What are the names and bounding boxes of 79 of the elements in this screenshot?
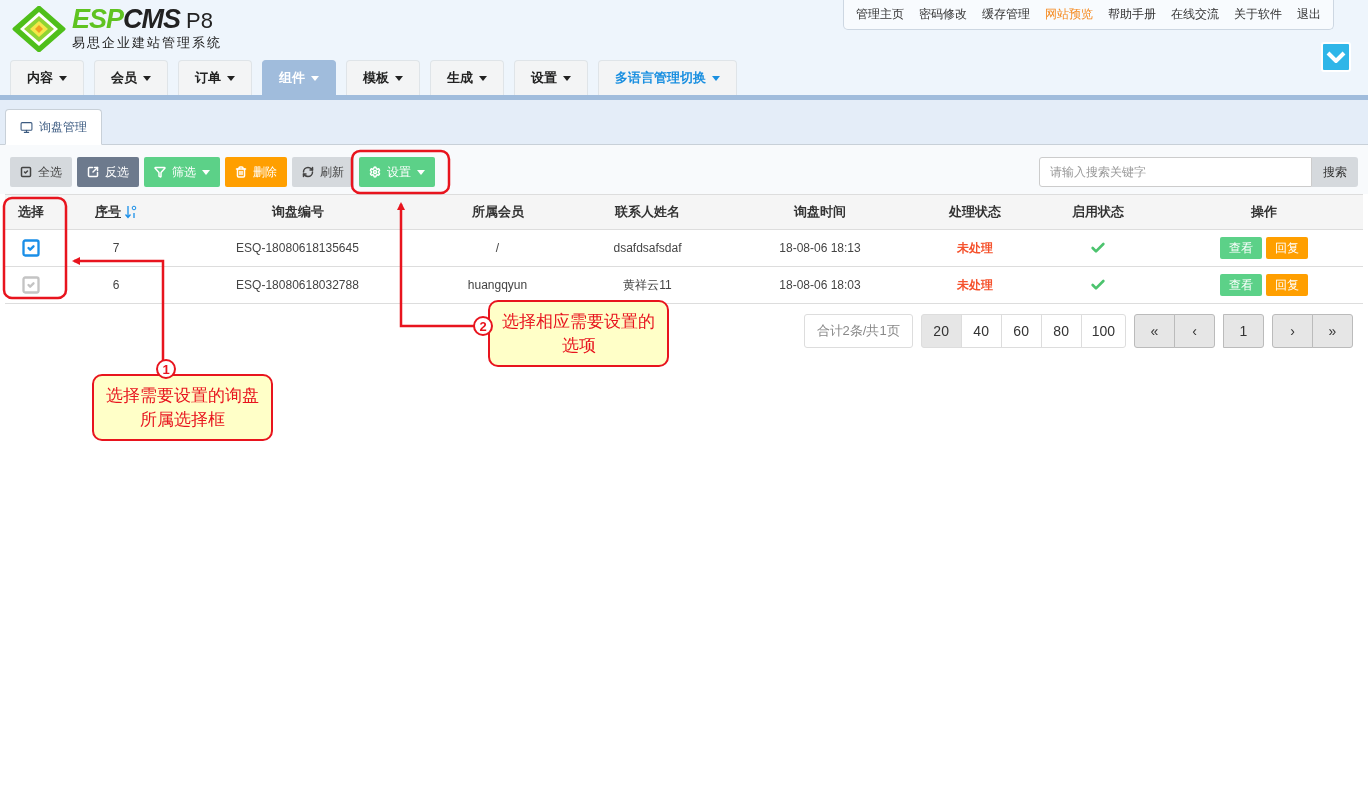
- top-link[interactable]: 在线交流: [1171, 6, 1219, 23]
- collapse-button[interactable]: [1321, 42, 1351, 72]
- caret-icon: [712, 75, 720, 81]
- chevron-down-icon: [1326, 51, 1346, 63]
- previous-page-button[interactable]: ‹: [1174, 314, 1215, 348]
- caret-icon: [563, 75, 571, 81]
- step-number: 1: [156, 359, 176, 379]
- monitor-icon: [20, 120, 33, 134]
- table-cell: /: [495, 241, 500, 255]
- column-header: 所属会员: [471, 204, 524, 219]
- top-link[interactable]: 密码修改: [919, 6, 967, 23]
- last-page-button[interactable]: »: [1312, 314, 1353, 348]
- sort-icon: [125, 205, 137, 219]
- caret-icon: [479, 75, 487, 81]
- nav-tab[interactable]: 内容: [10, 60, 84, 95]
- checkbox[interactable]: [21, 275, 41, 295]
- page-size-button[interactable]: 100: [1080, 314, 1126, 348]
- top-link[interactable]: 缓存管理: [982, 6, 1030, 23]
- caret-icon: [311, 75, 319, 81]
- caret-icon: [227, 75, 235, 81]
- settings-icon: [369, 166, 381, 178]
- table-cell: huangqyun: [467, 278, 528, 292]
- table-cell: dsafdsafsdaf: [613, 241, 682, 255]
- column-header: 操作: [1251, 204, 1277, 219]
- brand-name: ESPCMS: [72, 6, 181, 32]
- nav-tab[interactable]: 模板: [346, 60, 420, 95]
- column-header: 启用状态: [1071, 204, 1124, 219]
- table-cell: 黄祥云11: [623, 277, 672, 292]
- nav-tab[interactable]: 会员: [94, 60, 168, 95]
- table-cell: ESQ-18080618135645: [236, 241, 359, 255]
- column-header: 选择: [18, 204, 44, 219]
- column-header: 询盘时间: [794, 204, 846, 219]
- page-tab[interactable]: 询盘管理: [5, 109, 102, 145]
- column-header: 联系人姓名: [615, 204, 680, 219]
- first-page-button[interactable]: «: [1134, 314, 1175, 348]
- status-label: 未处理: [957, 240, 993, 255]
- column-header[interactable]: 序号: [95, 203, 121, 221]
- table-cell: 18-08-06 18:03: [779, 278, 861, 292]
- trash-icon: [235, 166, 247, 178]
- invert-selection-button[interactable]: 反选: [77, 157, 139, 187]
- top-link[interactable]: 管理主页: [856, 6, 904, 23]
- page-size-button[interactable]: 20: [920, 314, 962, 348]
- select-all-button[interactable]: 全选: [10, 157, 72, 187]
- next-page-button[interactable]: ›: [1272, 314, 1313, 348]
- status-label: 未处理: [957, 277, 993, 292]
- top-link[interactable]: 关于软件: [1234, 6, 1282, 23]
- column-header: 询盘编号: [271, 204, 324, 219]
- caret-icon: [395, 75, 403, 81]
- top-link[interactable]: 退出: [1297, 6, 1321, 23]
- nav-tab[interactable]: 设置: [514, 60, 588, 95]
- search-field[interactable]: 请输入搜索关键字: [1039, 157, 1312, 187]
- refresh-icon: [302, 166, 314, 178]
- callout: 选择需要设置的询盘所属选择框: [92, 374, 273, 441]
- step-number: 2: [473, 316, 493, 336]
- search-button[interactable]: 搜索: [1312, 157, 1358, 187]
- page-size-button[interactable]: 60: [1000, 314, 1042, 348]
- top-link[interactable]: 帮助手册: [1108, 6, 1156, 23]
- filter-icon: [154, 166, 166, 178]
- table-cell: 18-08-06 18:13: [779, 241, 861, 255]
- checkbox[interactable]: [21, 238, 41, 258]
- page-size-button[interactable]: 40: [960, 314, 1002, 348]
- checkbox-icon: [20, 166, 32, 178]
- callout: 选择相应需要设置的选项: [488, 300, 669, 367]
- table-cell: 6: [112, 278, 120, 292]
- refresh-button[interactable]: 刷新: [292, 157, 354, 187]
- column-header: 处理状态: [949, 204, 1001, 219]
- brand-subtitle: 易思企业建站管理系统: [72, 34, 222, 52]
- logo-icon: [12, 6, 66, 52]
- table-cell: 7: [112, 241, 120, 255]
- nav-tab[interactable]: 订单: [178, 60, 252, 95]
- caret-icon: [143, 75, 151, 81]
- share-icon: [87, 166, 99, 178]
- version-label: P8: [186, 8, 213, 34]
- nav-tab[interactable]: 生成: [430, 60, 504, 95]
- pagination-summary: 合计2条/共1页: [803, 314, 913, 348]
- page-button[interactable]: 1: [1223, 314, 1264, 348]
- table-cell: ESQ-18080618032788: [236, 278, 359, 292]
- page-size-button[interactable]: 80: [1040, 314, 1082, 348]
- caret-icon: [59, 75, 67, 81]
